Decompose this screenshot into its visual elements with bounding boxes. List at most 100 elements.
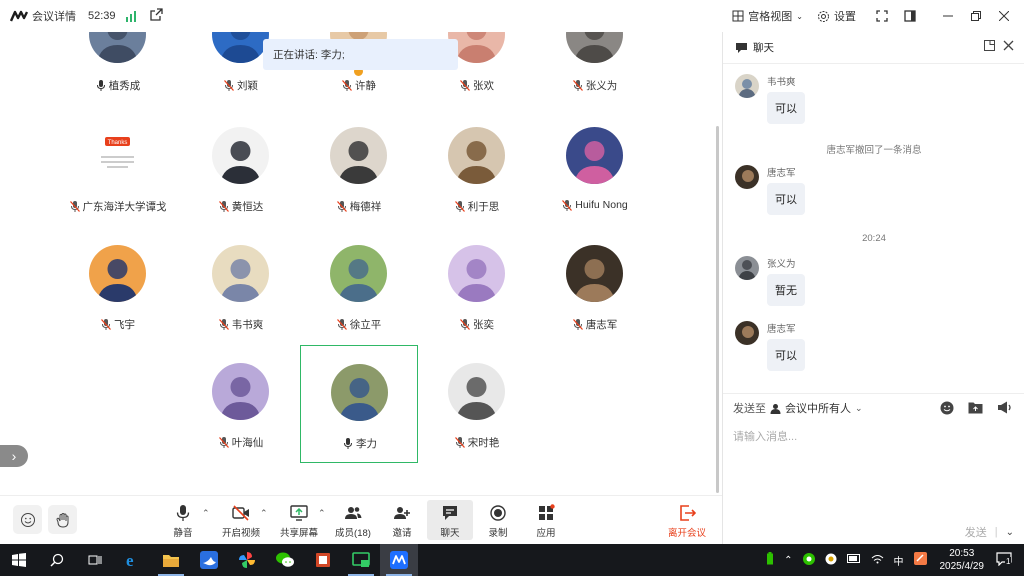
battery-icon[interactable]: [846, 554, 861, 566]
participant-tile[interactable]: 张奕: [418, 227, 536, 345]
settings-button[interactable]: 设置: [817, 8, 856, 24]
record-button[interactable]: 录制: [475, 500, 521, 540]
file-explorer-icon: [163, 555, 179, 567]
bird-app-icon: [200, 551, 218, 569]
toggle-sidebar-button[interactable]: [898, 0, 922, 32]
grid-view-dropdown[interactable]: 宫格视图 ⌄: [732, 8, 803, 24]
send-to-selector[interactable]: 发送至 会议中所有人 ⌄: [733, 400, 863, 416]
participant-tile[interactable]: 利于思: [418, 109, 536, 227]
grid-scrollbar[interactable]: [716, 126, 719, 493]
restore-button[interactable]: [964, 0, 988, 32]
participant-tile[interactable]: Huifu Nong: [536, 109, 654, 227]
participant-name: 广东海洋大学谭戈: [82, 201, 167, 213]
search-button[interactable]: [38, 544, 76, 576]
person-icon: [770, 403, 781, 414]
task-view-button[interactable]: [76, 544, 114, 576]
participant-name: 黄恒达: [231, 201, 264, 213]
chat-message-input[interactable]: 请输入消息...: [733, 428, 797, 444]
apps-button[interactable]: 应用: [523, 500, 569, 540]
invite-button[interactable]: 邀请: [379, 500, 425, 540]
leave-meeting-button[interactable]: 离开会议: [664, 500, 710, 540]
popout-chat-icon[interactable]: [984, 40, 995, 54]
mute-button[interactable]: 静音: [160, 500, 206, 540]
fullscreen-button[interactable]: [870, 0, 894, 32]
message-timestamp: 20:24: [862, 233, 886, 244]
taskbar-app-pinwheel[interactable]: [228, 544, 266, 576]
notification-center-icon[interactable]: 1: [996, 551, 1012, 569]
ime-indicator[interactable]: 中: [894, 553, 904, 568]
microphone-muted-icon: [336, 201, 347, 212]
record-icon: [490, 505, 506, 521]
participant-tile[interactable]: 李力: [300, 345, 418, 463]
emoji-icon[interactable]: [940, 401, 954, 420]
security-app-icon[interactable]: [802, 552, 815, 568]
reactions-button[interactable]: [13, 505, 42, 534]
close-chat-icon[interactable]: [1003, 40, 1014, 54]
raise-hand-button[interactable]: [48, 505, 77, 534]
minimize-button[interactable]: [936, 0, 960, 32]
battery-charging-icon[interactable]: [766, 552, 774, 568]
send-button[interactable]: 发送: [965, 524, 987, 540]
participant-tile[interactable]: 韦书爽: [182, 227, 300, 345]
share-options-caret[interactable]: ⌃: [318, 508, 326, 519]
chevron-down-icon: ⌄: [855, 402, 863, 413]
participant-tile[interactable]: 梅德祥: [300, 109, 418, 227]
participant-name: 飞宇: [114, 319, 135, 331]
participant-grid: 正在讲话: 李力; 植秀成 刘颖 许静 张欢 张义为 Thanks 广东海洋大学谭戈 黄恒达 梅…: [0, 32, 722, 544]
participant-name-row: 张义为: [536, 78, 654, 93]
avatar: [212, 363, 269, 420]
taskbar-app-powerpoint[interactable]: [304, 544, 342, 576]
taskbar-app-explorer[interactable]: [152, 544, 190, 576]
settings-label: 设置: [834, 11, 856, 23]
signal-strength-icon: [125, 10, 136, 22]
participant-tile[interactable]: 唐志军: [536, 227, 654, 345]
participant-name-row: 广东海洋大学谭戈: [59, 199, 177, 214]
participant-tile[interactable]: 植秀成: [59, 32, 177, 106]
ime-tool-icon[interactable]: [913, 552, 927, 568]
taskbar-app-feishu[interactable]: [190, 544, 228, 576]
taskbar-app-screen[interactable]: [342, 544, 380, 576]
taskbar-app-ie[interactable]: e: [114, 544, 152, 576]
video-options-caret[interactable]: ⌃: [260, 508, 268, 519]
tray-overflow-chevron-icon[interactable]: ⌃: [784, 555, 792, 566]
start-button[interactable]: [0, 544, 38, 576]
chat-icon: [443, 506, 457, 520]
chat-button[interactable]: 聊天: [427, 500, 473, 540]
avatar: [566, 32, 623, 63]
participant-tile[interactable]: 宋时艳: [418, 345, 536, 463]
taskbar-app-meeting[interactable]: [380, 544, 418, 576]
members-button[interactable]: 成员(18): [330, 500, 376, 540]
participant-name-row: 徐立平: [300, 317, 418, 332]
mute-options-caret[interactable]: ⌃: [202, 508, 210, 519]
expand-left-arrow[interactable]: ›: [0, 445, 28, 467]
meeting-toolbar: 静音 ⌃ 开启视频 ⌃ 共享屏幕 ⌃ 成员(18) 邀请 聊天 录制 应用 离开…: [0, 495, 722, 544]
chat-header: 聊天: [723, 32, 1024, 64]
start-video-button[interactable]: 开启视频: [218, 500, 264, 540]
wifi-icon[interactable]: [871, 554, 884, 567]
close-button[interactable]: [992, 0, 1016, 32]
participant-tile[interactable]: 黄恒达: [182, 109, 300, 227]
chat-input-actions: [940, 401, 1012, 420]
avatar: [212, 245, 269, 302]
gear-icon: [818, 10, 829, 22]
announcement-icon[interactable]: [997, 401, 1012, 420]
avatar: [212, 127, 269, 184]
send-options-chevron-icon[interactable]: ⌄: [1006, 527, 1014, 538]
smiley-icon: [20, 512, 35, 527]
taskbar-app-wechat[interactable]: [266, 544, 304, 576]
file-folder-icon[interactable]: [968, 401, 983, 420]
pop-out-icon[interactable]: [149, 8, 163, 24]
participant-tile[interactable]: 徐立平: [300, 227, 418, 345]
participant-name-row: 利于思: [418, 199, 536, 214]
leave-meeting-label: 离开会议: [667, 528, 706, 539]
screen-app-icon: [352, 552, 370, 567]
participant-tile[interactable]: 张义为: [536, 32, 654, 106]
participant-tile[interactable]: 飞宇: [59, 227, 177, 345]
cloud-sync-icon[interactable]: [825, 553, 837, 568]
meeting-details-link[interactable]: 会议详情: [32, 8, 76, 24]
clock[interactable]: 20:53 2025/4/29: [940, 547, 985, 573]
participant-tile[interactable]: Thanks 广东海洋大学谭戈: [59, 109, 177, 227]
screen-share-icon: [290, 505, 308, 521]
share-screen-button[interactable]: 共享屏幕: [276, 500, 322, 540]
participant-tile[interactable]: 叶海仙: [182, 345, 300, 463]
